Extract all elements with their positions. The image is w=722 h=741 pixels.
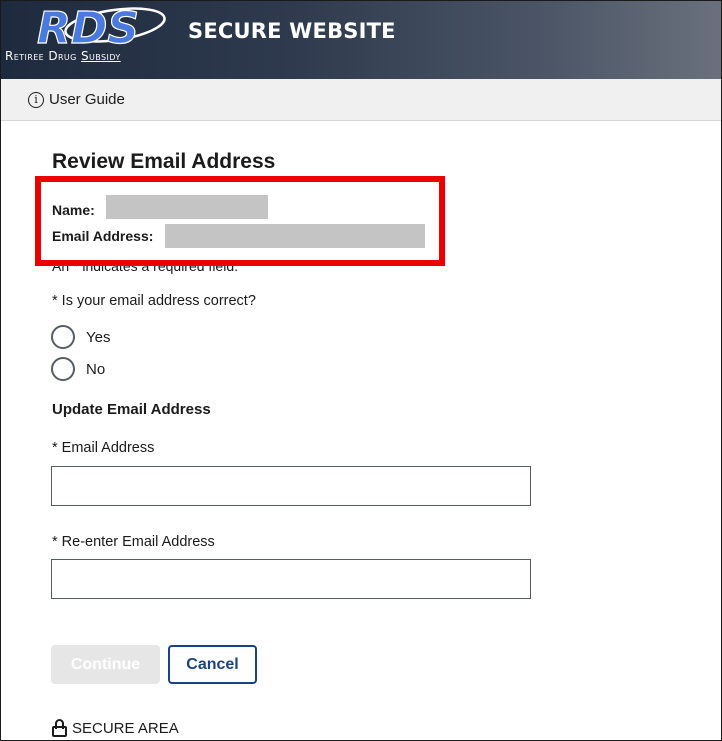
rds-logo: RDS Retiree Drug Subsidy	[1, 1, 186, 79]
update-email-section-title: Update Email Address	[52, 401, 211, 418]
secure-area: SECURE AREA	[52, 719, 179, 737]
site-title: SECURE WEBSITE	[188, 19, 396, 43]
page-title: Review Email Address	[52, 150, 276, 173]
user-guide-link[interactable]: i User Guide	[28, 91, 125, 108]
email-value-redacted	[165, 224, 425, 248]
radio-no-circle[interactable]	[51, 357, 75, 381]
radio-no[interactable]: No	[51, 357, 105, 381]
radio-yes-label: Yes	[86, 328, 111, 346]
secure-area-label: SECURE AREA	[72, 719, 179, 737]
email-label: Email Address:	[52, 228, 154, 244]
cancel-button[interactable]: Cancel	[168, 645, 257, 684]
lock-icon	[52, 719, 67, 737]
user-guide-label: User Guide	[49, 91, 125, 108]
continue-button[interactable]: Continue	[51, 645, 160, 684]
reenter-email-field[interactable]	[51, 559, 531, 599]
logo-text: RDS	[37, 5, 139, 49]
page-frame: RDS Retiree Drug Subsidy SECURE WEBSITE …	[0, 0, 722, 741]
rds-logo-mark: RDS	[36, 5, 166, 49]
name-label: Name:	[52, 202, 95, 218]
email-field[interactable]	[51, 466, 531, 506]
radio-yes[interactable]: Yes	[51, 325, 110, 349]
reenter-email-field-label: * Re-enter Email Address	[52, 534, 215, 550]
site-header: RDS Retiree Drug Subsidy SECURE WEBSITE	[1, 1, 721, 79]
logo-subtitle: Retiree Drug Subsidy	[5, 49, 121, 63]
radio-no-label: No	[86, 360, 106, 378]
account-info-highlight: Name: Email Address:	[35, 176, 445, 266]
radio-yes-circle[interactable]	[51, 325, 75, 349]
toolbar: i User Guide	[1, 79, 721, 121]
info-icon: i	[28, 91, 44, 108]
email-correct-question: * Is your email address correct?	[52, 293, 256, 309]
email-field-label: * Email Address	[52, 440, 155, 456]
name-value-redacted	[106, 195, 268, 219]
